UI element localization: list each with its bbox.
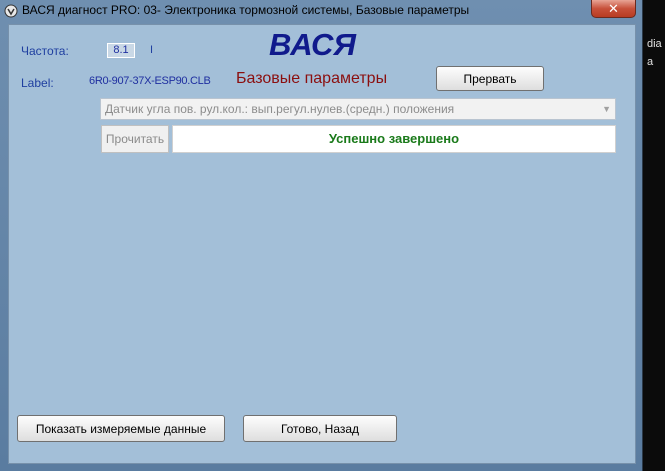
client-area: Частота: 8.1 I ВАСЯ Label: 6R0-907-37X-E… [8, 24, 636, 464]
close-button[interactable]: ✕ [591, 0, 636, 18]
app-window: ВАСЯ диагност PRO: 03- Электроника тормо… [0, 0, 643, 471]
title-bar[interactable]: ВАСЯ диагност PRO: 03- Электроника тормо… [0, 0, 643, 22]
frequency-value: 8.1 [107, 43, 135, 58]
group-select-value: Датчик угла пов. рул.кол.: вып.регул.нул… [105, 102, 455, 116]
read-button[interactable]: Прочитать [101, 125, 169, 153]
background-text-1: dia [647, 38, 662, 50]
frequency-tick: I [150, 44, 154, 56]
section-title: Базовые параметры [236, 70, 388, 87]
label-caption: Label: [21, 76, 54, 90]
abort-button[interactable]: Прервать [436, 66, 544, 91]
app-icon [4, 4, 18, 18]
frequency-label: Частота: [21, 44, 69, 58]
chevron-down-icon[interactable]: ▼ [602, 99, 611, 119]
app-logo: ВАСЯ [269, 27, 357, 62]
background-text-2: a [647, 56, 654, 68]
window-title: ВАСЯ диагност PRO: 03- Электроника тормо… [22, 3, 470, 17]
group-select[interactable]: Датчик угла пов. рул.кол.: вып.регул.нул… [100, 98, 616, 120]
label-file-value: 6R0-907-37X-ESP90.CLB [89, 75, 211, 87]
show-measured-data-button[interactable]: Показать измеряемые данные [17, 415, 225, 442]
done-back-button[interactable]: Готово, Назад [243, 415, 397, 442]
close-icon: ✕ [608, 1, 619, 16]
status-field: Успешно завершено [172, 125, 616, 153]
